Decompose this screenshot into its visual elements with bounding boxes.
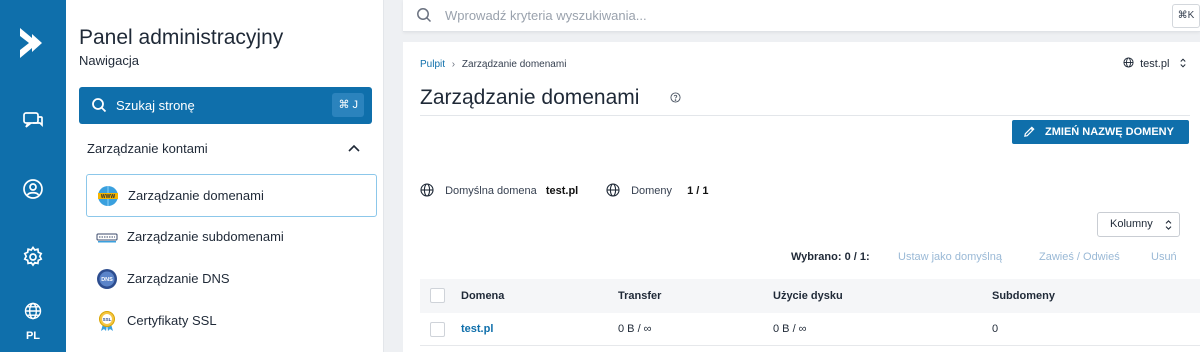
language-label[interactable]: PL bbox=[0, 330, 66, 342]
row-checkbox[interactable] bbox=[430, 322, 445, 337]
chat-icon[interactable] bbox=[21, 108, 45, 132]
chevron-updown-icon bbox=[1180, 58, 1187, 68]
search-shortcut-badge: ⌘ J bbox=[332, 93, 364, 117]
domains-count-value: 1 / 1 bbox=[687, 185, 709, 197]
sidebar-item-subdomains[interactable]: Zarządzanie subdomenami bbox=[86, 216, 377, 259]
app-rail: PL bbox=[0, 0, 66, 352]
chevron-up-icon[interactable] bbox=[347, 143, 361, 153]
disk-usage-cell: 0 B / ∞ bbox=[773, 323, 807, 335]
column-header-disk-usage[interactable]: Użycie dysku bbox=[773, 290, 843, 302]
www-icon: WWW bbox=[98, 186, 118, 206]
panel-subtitle: Nawigacja bbox=[79, 53, 139, 68]
sidebar-item-domains[interactable]: WWW Zarządzanie domenami bbox=[86, 174, 377, 217]
dns-icon: DNS bbox=[97, 269, 117, 289]
default-domain-value: test.pl bbox=[545, 185, 579, 197]
section-accounts[interactable]: Zarządzanie kontami bbox=[87, 141, 208, 156]
domain-link[interactable]: test.pl bbox=[461, 323, 493, 335]
search-icon bbox=[92, 98, 107, 113]
search-input[interactable]: Wprowadź kryteria wyszukiwania... bbox=[445, 8, 647, 23]
globe-icon bbox=[420, 183, 434, 197]
page-title: Zarządzanie domenami bbox=[420, 86, 640, 109]
rename-domain-label: ZMIEŃ NAZWĘ DOMENY bbox=[1045, 126, 1174, 138]
default-domain-info: Domyślna domena test.pl bbox=[420, 183, 578, 197]
pencil-icon bbox=[1024, 126, 1035, 137]
chevron-updown-icon bbox=[1165, 220, 1172, 230]
domain-selector-value: test.pl bbox=[1140, 58, 1170, 70]
subdomain-icon bbox=[96, 233, 118, 243]
sidebar-item-dns[interactable]: DNS Zarządzanie DNS bbox=[86, 258, 377, 301]
search-page-label: Szukaj stronę bbox=[116, 98, 195, 113]
svg-text:DNS: DNS bbox=[101, 277, 113, 283]
search-shortcut-badge: ⌘K bbox=[1172, 4, 1200, 28]
ssl-icon: SSL bbox=[99, 311, 115, 331]
transfer-cell: 0 B / ∞ bbox=[618, 323, 652, 335]
search-page-button[interactable]: Szukaj stronę ⌘ J bbox=[79, 87, 372, 124]
sidebar-item-label: Zarządzanie DNS bbox=[127, 271, 230, 286]
columns-button-label: Kolumny bbox=[1110, 218, 1153, 230]
logo-icon[interactable] bbox=[14, 24, 52, 62]
domain-selector[interactable]: test.pl bbox=[1123, 57, 1187, 70]
rename-domain-button[interactable]: ZMIEŃ NAZWĘ DOMENY bbox=[1012, 120, 1189, 144]
column-header-domain[interactable]: Domena bbox=[461, 290, 504, 302]
main-content: Pulpit › Zarządzanie domenami test.pl Za… bbox=[403, 42, 1200, 352]
breadcrumb-link-dashboard[interactable]: Pulpit bbox=[420, 59, 445, 70]
search-icon bbox=[417, 8, 432, 23]
select-all-checkbox[interactable] bbox=[430, 288, 445, 303]
breadcrumb: Pulpit › Zarządzanie domenami bbox=[420, 59, 566, 70]
divider bbox=[420, 115, 1190, 116]
selection-count: Wybrano: 0 / 1: bbox=[791, 251, 870, 263]
table-row: test.pl 0 B / ∞ 0 B / ∞ 0 bbox=[420, 313, 1200, 346]
domains-count-info: Domeny 1 / 1 bbox=[606, 183, 709, 197]
breadcrumb-separator: › bbox=[451, 59, 456, 70]
sidebar-item-label: Zarządzanie domenami bbox=[128, 188, 264, 203]
set-default-action[interactable]: Ustaw jako domyślną bbox=[898, 251, 1002, 263]
svg-text:WWW: WWW bbox=[101, 194, 115, 200]
sidebar-item-label: Certyfikaty SSL bbox=[127, 313, 217, 328]
svg-text:SSL: SSL bbox=[103, 317, 112, 322]
subdomains-cell: 0 bbox=[992, 323, 999, 335]
user-icon[interactable] bbox=[21, 177, 45, 201]
sidebar-item-ssl[interactable]: SSL Certyfikaty SSL bbox=[86, 300, 377, 343]
navigation-panel: Panel administracyjny Nawigacja Szukaj s… bbox=[66, 0, 384, 352]
globe-icon bbox=[606, 183, 620, 197]
columns-button[interactable]: Kolumny bbox=[1097, 212, 1180, 237]
sidebar-item-label: Zarządzanie subdomenami bbox=[127, 229, 284, 244]
help-icon[interactable] bbox=[670, 92, 681, 103]
column-header-subdomains[interactable]: Subdomeny bbox=[992, 290, 1055, 302]
suspend-action[interactable]: Zawieś / Odwieś bbox=[1039, 251, 1120, 263]
panel-title: Panel administracyjny bbox=[79, 26, 284, 49]
default-domain-label: Domyślna domena bbox=[445, 185, 537, 197]
breadcrumb-current: Zarządzanie domenami bbox=[461, 59, 567, 70]
settings-icon[interactable] bbox=[21, 245, 45, 269]
domains-count-label: Domeny bbox=[631, 185, 673, 197]
table-header: Domena Transfer Użycie dysku Subdomeny bbox=[420, 279, 1200, 313]
global-search-bar[interactable]: Wprowadź kryteria wyszukiwania... ⌘K bbox=[403, 0, 1200, 32]
delete-action[interactable]: Usuń bbox=[1151, 251, 1177, 263]
globe-icon[interactable] bbox=[23, 301, 43, 321]
column-header-transfer[interactable]: Transfer bbox=[618, 290, 661, 302]
globe-icon bbox=[1123, 57, 1134, 68]
